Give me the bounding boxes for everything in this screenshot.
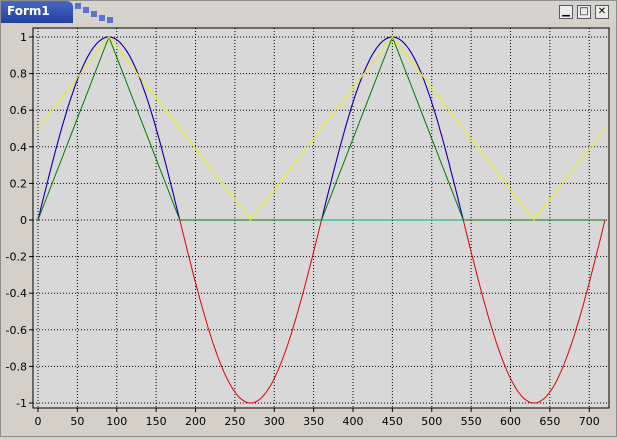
close-button[interactable]: ✕ (595, 5, 609, 19)
x-tick-label: 50 (70, 415, 84, 428)
y-tick-label: -0.8 (6, 360, 27, 373)
x-tick-label: 150 (146, 415, 167, 428)
x-tick-label: 450 (382, 415, 403, 428)
y-tick-label: -0.4 (6, 287, 27, 300)
y-tick-label: 0.6 (10, 104, 28, 117)
y-tick-label: -1 (16, 397, 27, 410)
y-tick-label: 1 (20, 31, 27, 44)
y-tick-label: 0.2 (10, 177, 28, 190)
x-tick-label: 350 (303, 415, 324, 428)
title-decoration-icon (71, 3, 115, 23)
form1-window: Form1 ▁ □ ✕ 0 50 100 150 200 250 300 350 400 450 5… (0, 0, 617, 437)
x-tick-label: 250 (224, 415, 245, 428)
y-tick-label: -0.2 (6, 251, 27, 264)
minimize-button[interactable]: ▁ (559, 5, 573, 19)
x-tick-label: 100 (106, 415, 127, 428)
line-chart: 0 50 100 150 200 250 300 350 400 450 500 550 600 650 7… (6, 27, 610, 428)
title-bar[interactable]: Form1 ▁ □ ✕ (1, 1, 616, 23)
x-tick-label: 300 (264, 415, 285, 428)
x-tick-label: 650 (539, 415, 560, 428)
x-tick-label: 550 (461, 415, 482, 428)
x-tick-label: 700 (579, 415, 600, 428)
x-tick-label: 0 (35, 415, 42, 428)
y-tick-label: -0.6 (6, 324, 27, 337)
maximize-button[interactable]: □ (577, 5, 591, 19)
y-tick-label: 0 (20, 214, 27, 227)
y-tick-label: 0.8 (10, 68, 28, 81)
x-tick-label: 400 (343, 415, 364, 428)
window-title: Form1 (7, 4, 50, 18)
x-tick-label: 500 (421, 415, 442, 428)
x-tick-label: 600 (500, 415, 521, 428)
y-tick-label: 0.4 (10, 141, 28, 154)
x-tick-label: 200 (185, 415, 206, 428)
plot-background (33, 28, 609, 408)
chart-area: 0 50 100 150 200 250 300 350 400 450 500 550 600 650 7… (4, 23, 615, 435)
title-tab: Form1 (1, 1, 73, 23)
